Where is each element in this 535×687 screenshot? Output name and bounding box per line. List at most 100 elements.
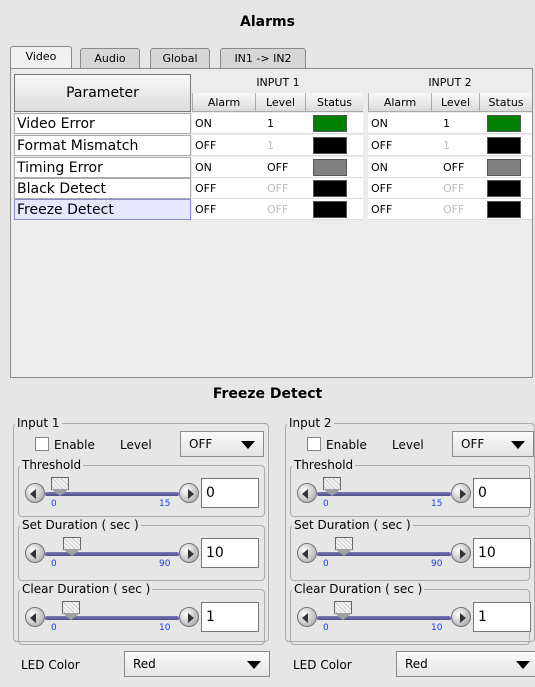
arrow-right-icon [188,613,194,623]
in1-level-value[interactable]: OFF [255,199,305,220]
input2-set-duration-decrement[interactable] [297,543,317,563]
in1-alarm-value[interactable]: OFF [192,178,255,199]
input2-set-duration-thumb[interactable] [334,537,353,557]
input2-clear-duration-label: Clear Duration ( sec ) [292,582,425,596]
in1-status-indicator [313,201,347,218]
input2-clear-duration-max: 10 [431,623,443,633]
input1-led-color-label: LED Color [21,658,80,672]
in2-level-value[interactable]: OFF [431,199,479,220]
arrow-left-icon [30,549,36,559]
in1-level-value[interactable]: 1 [255,135,305,156]
in1-alarm-value[interactable]: OFF [192,135,255,156]
input1-set-duration-max: 90 [159,559,171,569]
tab-in1-in2[interactable]: IN1 -> IN2 [220,48,306,68]
in2-status-indicator [487,137,521,154]
slider-thumb-pointer [61,613,80,620]
input1-clear-duration-label: Clear Duration ( sec ) [20,582,153,596]
in2-alarm-header: Alarm [368,93,431,112]
in2-alarm-value[interactable]: ON [368,113,431,134]
arrow-right-icon [460,613,466,623]
input1-threshold-thumb[interactable] [51,477,69,497]
chevron-down-icon [511,441,525,449]
input1-header: INPUT 1 [256,76,300,89]
input2-enable-label: Enable [326,438,367,452]
input2-set-duration-increment[interactable] [451,543,471,563]
input1-set-duration-decrement[interactable] [25,543,45,563]
input2-threshold-input[interactable]: 0 [473,478,531,508]
in1-level-value[interactable]: 1 [255,113,305,134]
tab-global[interactable]: Global [150,48,210,68]
slider-thumb-pointer [323,489,341,496]
input2-clear-duration-increment[interactable] [451,607,471,627]
arrow-right-icon [188,489,194,499]
in1-level-value[interactable]: OFF [255,178,305,199]
input1-clear-duration-thumb[interactable] [61,601,80,621]
in2-level-value[interactable]: 1 [431,135,479,156]
in2-status-indicator [487,180,521,197]
in2-status-indicator [487,115,521,132]
in2-alarm-value[interactable]: OFF [368,178,431,199]
input1-set-duration-increment[interactable] [179,543,199,563]
input1-set-duration-thumb[interactable] [62,537,81,557]
input2-threshold-max: 15 [431,499,443,509]
in1-status-indicator [313,159,347,176]
slider-thumb-pointer [334,549,353,556]
in1-alarm-value[interactable]: ON [192,113,255,134]
input1-threshold-input[interactable]: 0 [201,478,259,508]
input2-threshold-decrement[interactable] [297,483,317,503]
in2-level-value[interactable]: OFF [431,157,479,178]
in1-status-indicator [313,180,347,197]
in1-alarm-header: Alarm [192,93,255,112]
in2-level-value[interactable]: OFF [431,178,479,199]
tab-video[interactable]: Video [10,46,72,68]
in1-level-value[interactable]: OFF [255,157,305,178]
input2-clear-duration-decrement[interactable] [297,607,317,627]
input2-level-select-value: OFF [461,437,485,451]
input2-set-duration-label: Set Duration ( sec ) [292,518,413,532]
arrow-left-icon [302,489,308,499]
input2-threshold-label: Threshold [292,458,356,472]
row-parameter-name[interactable]: Black Detect [14,178,191,199]
in1-alarm-value[interactable]: ON [192,157,255,178]
row-parameter-name[interactable]: Timing Error [14,157,191,178]
in1-level-header: Level [255,93,305,112]
chevron-down-icon [247,661,261,669]
input1-threshold-min: 0 [51,499,57,509]
arrow-right-icon [460,489,466,499]
in2-level-value[interactable]: 1 [431,113,479,134]
row-parameter-name[interactable]: Format Mismatch [14,135,191,156]
in1-alarm-value[interactable]: OFF [192,199,255,220]
input1-led-color-value: Red [133,657,156,671]
chevron-down-icon [241,441,255,449]
in2-alarm-value[interactable]: OFF [368,199,431,220]
parameter-column-header[interactable]: Parameter [14,74,191,112]
input1-threshold-max: 15 [159,499,171,509]
input2-clear-duration-input[interactable]: 1 [473,602,531,632]
input1-clear-duration-decrement[interactable] [25,607,45,627]
input1-level-select[interactable]: OFF [180,431,264,457]
input1-set-duration-input[interactable]: 10 [201,538,259,568]
input2-header: INPUT 2 [428,76,472,89]
input2-set-duration-input[interactable]: 10 [473,538,531,568]
input2-threshold-increment[interactable] [451,483,471,503]
row-parameter-name[interactable]: Freeze Detect [14,199,191,220]
input1-threshold-increment[interactable] [179,483,199,503]
input1-clear-duration-increment[interactable] [179,607,199,627]
alarms-title: Alarms [240,14,295,30]
input2-enable-checkbox[interactable] [307,437,321,451]
in2-alarm-value[interactable]: ON [368,157,431,178]
input2-threshold-thumb[interactable] [323,477,341,497]
input1-threshold-decrement[interactable] [25,483,45,503]
input2-clear-duration-thumb[interactable] [333,601,352,621]
input1-clear-duration-input[interactable]: 1 [201,602,259,632]
input2-level-select[interactable]: OFF [452,431,534,457]
row-parameter-name[interactable]: Video Error [14,113,191,134]
input2-led-color-label: LED Color [293,658,352,672]
input1-led-color-select[interactable]: Red [124,651,270,677]
arrow-left-icon [30,613,36,623]
in2-alarm-value[interactable]: OFF [368,135,431,156]
tab-audio[interactable]: Audio [80,48,140,68]
input2-led-color-select[interactable]: Red [396,651,535,677]
in1-status-indicator [313,115,347,132]
input1-enable-checkbox[interactable] [35,437,49,451]
